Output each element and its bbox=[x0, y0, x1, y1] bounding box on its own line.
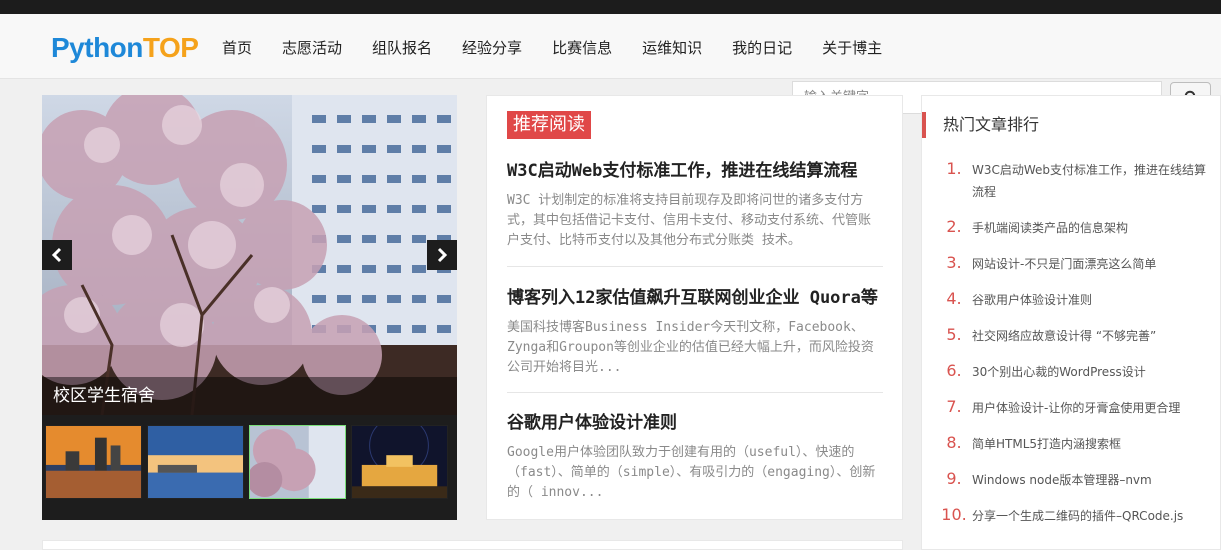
slide-caption: 校区学生宿舍 bbox=[42, 377, 457, 415]
article-item: 博客列入12家估值飙升互联网创业企业 Quora等 美国科技博客Business… bbox=[507, 286, 883, 378]
hot-article-item: 10. 分享一个生成二维码的插件–QRCode.js bbox=[936, 505, 1216, 527]
logo-python: Python bbox=[51, 32, 143, 63]
article-title[interactable]: W3C启动Web支付标准工作，推进在线结算流程 bbox=[507, 159, 883, 183]
rank-number: 10. bbox=[941, 505, 967, 524]
hot-article-item: 5. 社交网络应故意设计得 “不够完善” bbox=[936, 325, 1216, 347]
nav-volunteer[interactable]: 志愿活动 bbox=[282, 38, 342, 58]
main-nav: 首页 志愿活动 组队报名 经验分享 比赛信息 运维知识 我的日记 关于博主 bbox=[222, 38, 912, 58]
article-title[interactable]: 谷歌用户体验设计准则 bbox=[507, 411, 883, 435]
chevron-right-icon bbox=[437, 247, 448, 263]
nav-diary[interactable]: 我的日记 bbox=[732, 38, 792, 58]
nav-home[interactable]: 首页 bbox=[222, 38, 252, 58]
hot-article-item: 6. 30个别出心裁的WordPress设计 bbox=[936, 361, 1216, 383]
thumbnail-1[interactable] bbox=[45, 425, 142, 499]
hot-article-link[interactable]: 谷歌用户体验设计准则 bbox=[972, 289, 1216, 311]
top-bar bbox=[0, 0, 1221, 14]
hot-article-link[interactable]: 社交网络应故意设计得 “不够完善” bbox=[972, 325, 1216, 347]
nav-about[interactable]: 关于博主 bbox=[822, 38, 882, 58]
hot-article-item: 2. 手机端阅读类产品的信息架构 bbox=[936, 217, 1216, 239]
site-logo[interactable]: PythonTOP bbox=[51, 31, 199, 65]
thumbnail-4[interactable] bbox=[351, 425, 448, 499]
article-divider bbox=[507, 266, 883, 267]
slider-thumbnails bbox=[45, 425, 453, 499]
article-item: W3C启动Web支付标准工作，推进在线结算流程 W3C 计划制定的标准将支持目前… bbox=[507, 159, 883, 251]
article-divider bbox=[507, 392, 883, 393]
article-summary: Google用户体验团队致力于创建有用的（useful）、快速的（fast）、简… bbox=[507, 445, 876, 500]
slider-next-button[interactable] bbox=[427, 240, 457, 270]
article-title[interactable]: 博客列入12家估值飙升互联网创业企业 Quora等 bbox=[507, 286, 883, 310]
hot-articles-title: 热门文章排行 bbox=[922, 112, 1039, 138]
thumbnail-3[interactable] bbox=[249, 425, 346, 499]
hot-articles-list: 1. W3C启动Web支付标准工作，推进在线结算流程 2. 手机端阅读类产品的信息架… bbox=[936, 159, 1216, 541]
rank-number: 7. bbox=[946, 397, 962, 416]
nav-experience[interactable]: 经验分享 bbox=[462, 38, 522, 58]
hot-article-link[interactable]: 分享一个生成二维码的插件–QRCode.js bbox=[972, 505, 1216, 527]
hot-article-link[interactable]: W3C启动Web支付标准工作，推进在线结算流程 bbox=[972, 159, 1216, 203]
hot-articles-panel: 热门文章排行 1. W3C启动Web支付标准工作，推进在线结算流程 2. 手机端阅读… bbox=[921, 95, 1221, 550]
hot-article-item: 1. W3C启动Web支付标准工作，推进在线结算流程 bbox=[936, 159, 1216, 203]
chevron-left-icon bbox=[51, 247, 62, 263]
image-slider: 校区学生宿舍 bbox=[42, 95, 457, 520]
rank-number: 2. bbox=[946, 217, 962, 236]
article-item: 谷歌用户体验设计准则 Google用户体验团队致力于创建有用的（useful）、… bbox=[507, 411, 883, 503]
rank-number: 5. bbox=[946, 325, 962, 344]
next-section-edge bbox=[42, 540, 903, 550]
hot-article-item: 8. 简单HTML5打造内涵搜索框 bbox=[936, 433, 1216, 455]
recommended-panel: 推荐阅读 W3C启动Web支付标准工作，推进在线结算流程 W3C 计划制定的标准… bbox=[486, 95, 903, 520]
hot-article-link[interactable]: 30个别出心裁的WordPress设计 bbox=[972, 361, 1216, 383]
nav-competitions[interactable]: 比赛信息 bbox=[552, 38, 612, 58]
rank-number: 9. bbox=[946, 469, 962, 488]
article-summary: W3C 计划制定的标准将支持目前现存及即将问世的诸多支付方式，其中包括借记卡支付… bbox=[507, 193, 872, 248]
logo-top: TOP bbox=[142, 32, 199, 63]
rank-number: 4. bbox=[946, 289, 962, 308]
hot-article-link[interactable]: 简单HTML5打造内涵搜索框 bbox=[972, 433, 1216, 455]
nav-team-signup[interactable]: 组队报名 bbox=[372, 38, 432, 58]
rank-number: 3. bbox=[946, 253, 962, 272]
nav-ops[interactable]: 运维知识 bbox=[642, 38, 702, 58]
hot-article-item: 7. 用户体验设计-让你的牙膏盒使用更合理 bbox=[936, 397, 1216, 419]
slider-prev-button[interactable] bbox=[42, 240, 72, 270]
rank-number: 1. bbox=[946, 159, 962, 178]
article-summary: 美国科技博客Business Insider今天刊文称，Facebook、Zyn… bbox=[507, 320, 874, 375]
hot-article-link[interactable]: Windows node版本管理器–nvm bbox=[972, 469, 1216, 491]
hot-article-link[interactable]: 网站设计-不只是门面漂亮这么简单 bbox=[972, 253, 1216, 275]
hot-article-link[interactable]: 用户体验设计-让你的牙膏盒使用更合理 bbox=[972, 397, 1216, 419]
hot-article-item: 4. 谷歌用户体验设计准则 bbox=[936, 289, 1216, 311]
site-header: PythonTOP 首页 志愿活动 组队报名 经验分享 比赛信息 运维知识 我的… bbox=[0, 14, 1221, 79]
rank-number: 6. bbox=[946, 361, 962, 380]
rank-number: 8. bbox=[946, 433, 962, 452]
hot-article-link[interactable]: 手机端阅读类产品的信息架构 bbox=[972, 217, 1216, 239]
recommend-tag: 推荐阅读 bbox=[507, 111, 591, 139]
hot-article-item: 9. Windows node版本管理器–nvm bbox=[936, 469, 1216, 491]
thumbnail-2[interactable] bbox=[147, 425, 244, 499]
hot-article-item: 3. 网站设计-不只是门面漂亮这么简单 bbox=[936, 253, 1216, 275]
slide-image bbox=[42, 95, 457, 415]
